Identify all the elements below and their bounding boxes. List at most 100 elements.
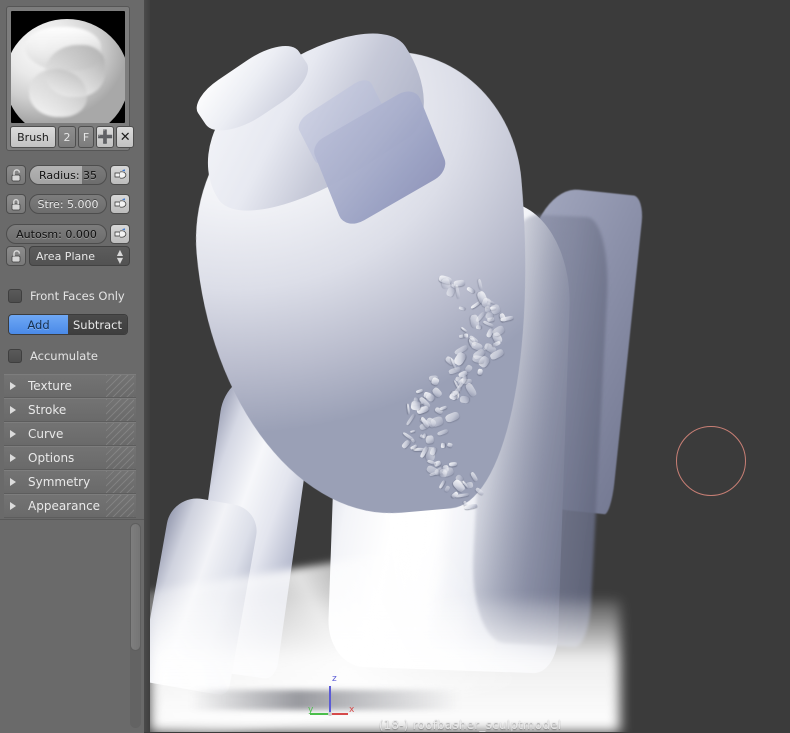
- chisel-mark: [425, 434, 435, 444]
- chisel-mark: [465, 285, 475, 294]
- autosmooth-slider[interactable]: Autosm: 0.000: [6, 224, 107, 244]
- autosmooth-value: Autosm: 0.000: [16, 227, 97, 241]
- panel-grip-hatch: [106, 375, 134, 397]
- chisel-mark: [443, 410, 460, 424]
- object-name-overlay: (18-) roofbasher_sculptmodel: [378, 718, 562, 732]
- axis-label-y: y: [308, 705, 314, 715]
- sidebar-scrollbar-thumb[interactable]: [130, 523, 141, 651]
- panel-header-stroke[interactable]: Stroke: [4, 398, 136, 422]
- panel-header-appearance[interactable]: Appearance: [4, 494, 136, 518]
- radius-lock-button[interactable]: [6, 165, 26, 185]
- chisel-mark: [440, 442, 445, 449]
- panel-label: Appearance: [28, 499, 101, 513]
- radius-animate-button[interactable]: [110, 165, 130, 185]
- chisel-mark: [475, 324, 482, 330]
- axis-label-x: x: [349, 705, 355, 715]
- brush-preview-block[interactable]: Brush 2 F ➕ ✕: [6, 6, 135, 151]
- chisel-mark: [464, 382, 478, 398]
- front-faces-only-checkbox[interactable]: [8, 289, 22, 303]
- panel-grip-hatch: [106, 423, 134, 445]
- panel-header-curve[interactable]: Curve: [4, 422, 136, 446]
- direction-toggle: Add Subtract: [8, 314, 128, 335]
- brush-users-count-button[interactable]: 2: [58, 126, 76, 148]
- chisel-mark: [458, 305, 465, 311]
- strength-value: Stre: 5.000: [37, 197, 99, 211]
- radius-slider[interactable]: Radius: 35: [29, 165, 107, 185]
- chisel-mark: [455, 284, 461, 298]
- panel-label: Stroke: [28, 403, 67, 417]
- animate-property-icon: [114, 198, 126, 208]
- animate-property-icon: [114, 228, 126, 238]
- chisel-mark: [410, 401, 421, 411]
- radius-value: Radius: 35: [38, 168, 98, 182]
- accumulate-label: Accumulate: [30, 349, 98, 363]
- plane-row: Area Plane ▲ ▼: [6, 246, 130, 266]
- chisel-mark: [459, 395, 469, 404]
- chevron-right-icon: [10, 430, 22, 438]
- panel-label: Options: [28, 451, 75, 465]
- chevron-right-icon: [10, 382, 22, 390]
- panel-label: Symmetry: [28, 475, 91, 489]
- panel-grip-hatch: [106, 399, 134, 421]
- chisel-mark: [482, 320, 494, 328]
- animate-property-icon: [114, 169, 126, 179]
- strength-lock-button[interactable]: [6, 194, 26, 214]
- chisel-mark: [477, 278, 483, 291]
- strength-slider[interactable]: Stre: 5.000: [29, 194, 107, 214]
- up-down-arrows-icon: ▲ ▼: [116, 248, 123, 265]
- brush-preview-thumbnail: [11, 11, 125, 123]
- axis-label-z: z: [332, 674, 337, 684]
- add-button[interactable]: Add: [9, 315, 68, 334]
- front-faces-only-label: Front Faces Only: [30, 289, 125, 303]
- strength-animate-button[interactable]: [110, 194, 130, 214]
- sidebar-resize-edge[interactable]: [144, 0, 150, 732]
- chevron-right-icon: [10, 478, 22, 486]
- chevron-right-icon: [10, 502, 22, 510]
- plane-lock-button[interactable]: [6, 246, 26, 266]
- chisel-mark: [469, 471, 479, 482]
- panel-header-texture[interactable]: Texture: [4, 374, 136, 398]
- chisel-mark: [443, 484, 451, 492]
- front-faces-only-row[interactable]: Front Faces Only: [8, 287, 134, 305]
- strength-row: Stre: 5.000: [6, 194, 130, 214]
- chisel-mark: [437, 428, 449, 436]
- chisel-mark: [475, 486, 485, 496]
- unlocked-padlock-icon: [11, 168, 21, 181]
- chisel-mark: [460, 326, 468, 334]
- brush-datablock-buttons: Brush 2 F ➕ ✕: [10, 126, 135, 148]
- chisel-mark: [463, 333, 468, 339]
- axis-gizmo[interactable]: z x y: [308, 674, 356, 720]
- accumulate-checkbox[interactable]: [8, 349, 22, 363]
- chisel-mark: [477, 368, 484, 376]
- chisel-mark: [491, 340, 501, 348]
- panel-header-symmetry[interactable]: Symmetry: [4, 470, 136, 494]
- accumulate-row[interactable]: Accumulate: [8, 347, 134, 365]
- panel-label: Texture: [28, 379, 72, 393]
- panel-label: Curve: [28, 427, 64, 441]
- radius-row: Radius: 35: [6, 165, 130, 185]
- area-plane-label: Area Plane: [36, 249, 95, 263]
- plus-icon[interactable]: ➕: [96, 126, 115, 148]
- autosmooth-row: Autosm: 0.000: [6, 224, 130, 244]
- panel-grip-hatch: [106, 471, 134, 493]
- brush-name-button[interactable]: Brush: [10, 126, 56, 148]
- x-icon[interactable]: ✕: [116, 126, 135, 148]
- brush-cursor-circle: [676, 426, 746, 496]
- chisel-mark: [439, 405, 448, 412]
- autosmooth-animate-button[interactable]: [110, 224, 130, 244]
- chisel-mark: [439, 469, 447, 477]
- 3d-viewport[interactable]: z x y (18-) roofbasher_sculptmodel: [150, 0, 790, 732]
- tool-shelf-sidebar: Brush 2 F ➕ ✕ Radius: 35 Stre: 5.000 Aut…: [0, 0, 144, 733]
- subtract-button[interactable]: Subtract: [68, 315, 127, 334]
- chevron-right-icon: [10, 454, 22, 462]
- unlocked-padlock-icon: [11, 249, 21, 262]
- brush-fake-user-button[interactable]: F: [78, 126, 94, 148]
- brush-preview-swirl-3: [29, 69, 87, 117]
- chisel-mark: [430, 376, 440, 386]
- panel-header-options[interactable]: Options: [4, 446, 136, 470]
- panel-grip-hatch: [106, 495, 134, 517]
- area-plane-dropdown[interactable]: Area Plane ▲ ▼: [29, 246, 130, 266]
- sidebar-empty-area: [0, 519, 144, 733]
- panel-grip-hatch: [106, 447, 134, 469]
- blender-sculpt-window: z x y (18-) roofbasher_sculptmodel Brush…: [0, 0, 790, 733]
